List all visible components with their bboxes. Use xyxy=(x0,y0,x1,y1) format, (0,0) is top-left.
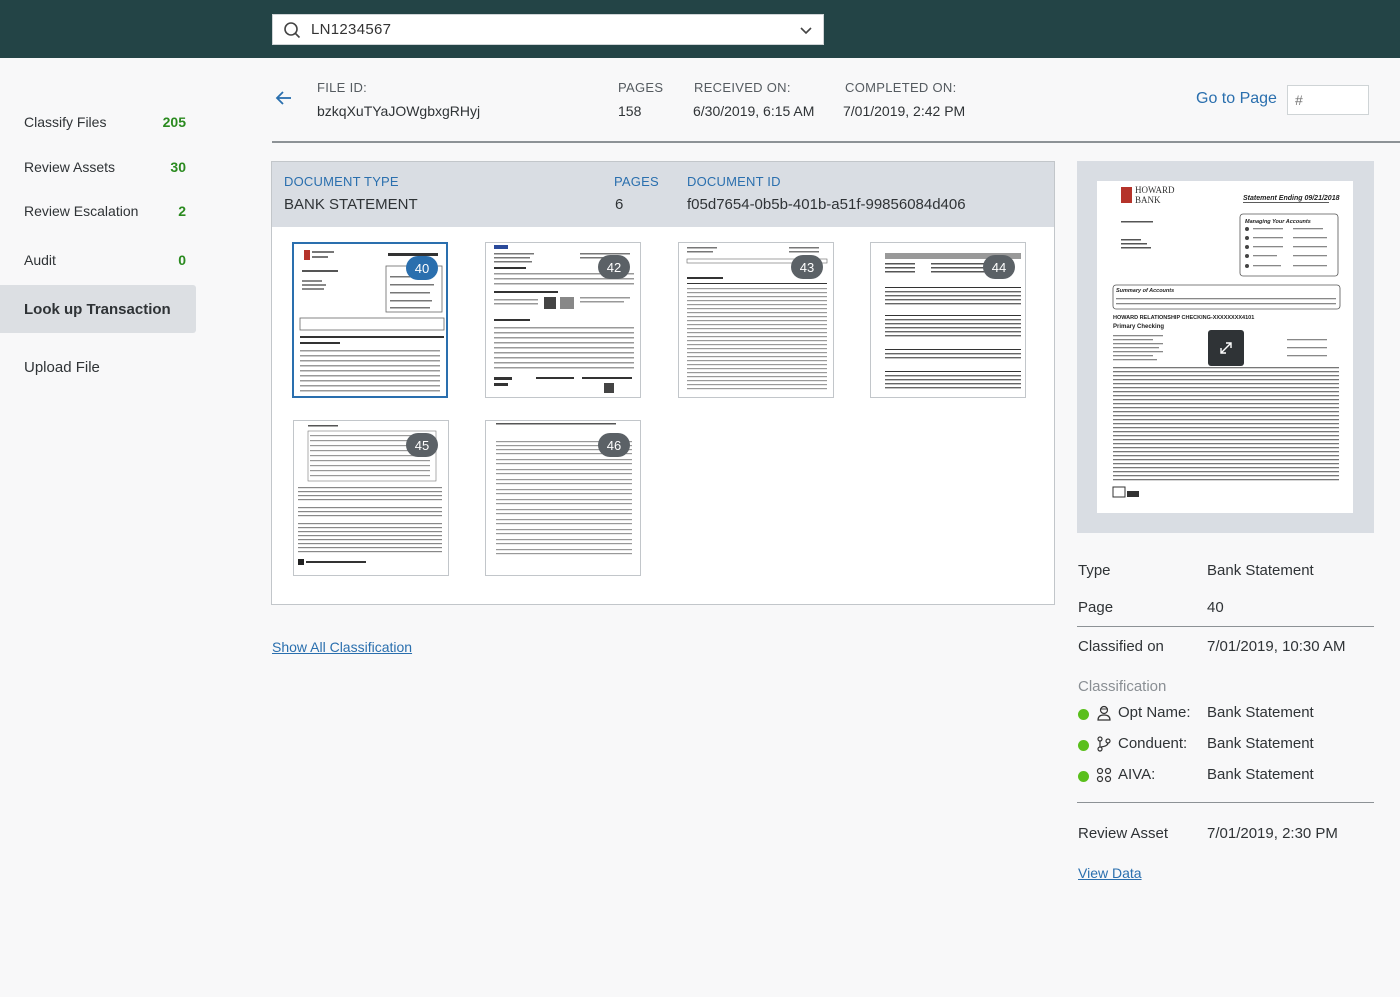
page-number-badge: 43 xyxy=(791,255,823,279)
received-label: RECEIVED ON: xyxy=(694,80,791,95)
page-thumbnail[interactable]: 43 xyxy=(678,242,834,398)
classifier-value: Bank Statement xyxy=(1207,704,1314,721)
page-label: Page xyxy=(1078,599,1114,616)
count-badge: 0 xyxy=(178,252,186,268)
classification-title: Classification xyxy=(1078,678,1167,695)
sidebar: Classify Files 205 Review Assets 30 Revi… xyxy=(0,58,200,997)
document-pages-value: 6 xyxy=(615,196,624,213)
divider xyxy=(1077,626,1374,627)
page-number-badge: 45 xyxy=(406,433,438,457)
page-thumbnail[interactable]: 44 xyxy=(870,242,1026,398)
divider xyxy=(1077,802,1374,803)
search-icon xyxy=(284,21,301,38)
classified-on-value: 7/01/2019, 10:30 AM xyxy=(1207,638,1346,655)
pages-label: PAGES xyxy=(618,80,664,95)
page-thumbnail[interactable]: 40 xyxy=(292,242,448,398)
branch-icon xyxy=(1097,736,1111,752)
sidebar-item-label: Upload File xyxy=(24,358,100,376)
sidebar-item-review-assets[interactable]: Review Assets 30 xyxy=(0,147,196,187)
classified-on-label: Classified on xyxy=(1078,638,1164,655)
sidebar-item-look-up-transaction[interactable]: Look up Transaction xyxy=(0,285,196,333)
document-id-label: DOCUMENT ID xyxy=(687,174,781,189)
status-dot xyxy=(1078,771,1089,782)
count-badge: 205 xyxy=(162,114,186,130)
sidebar-item-label: Look up Transaction xyxy=(24,300,171,318)
document-header: DOCUMENT TYPE BANK STATEMENT PAGES 6 DOC… xyxy=(272,162,1054,227)
bank-name-line-2: BANK xyxy=(1135,195,1161,205)
checking-account-title: HOWARD RELATIONSHIP CHECKING-XXXXXXXX410… xyxy=(1113,315,1254,321)
type-value: Bank Statement xyxy=(1207,562,1314,579)
classifier-label: Opt Name: xyxy=(1118,704,1191,721)
expand-icon xyxy=(1220,342,1232,354)
document-id-value: f05d7654-0b5b-401b-a51f-99856084d406 xyxy=(687,196,966,213)
sidebar-item-label: Review Escalation xyxy=(24,203,139,219)
page-number-badge: 46 xyxy=(598,433,630,457)
sidebar-item-label: Review Assets xyxy=(24,159,116,175)
file-id-label: FILE ID: xyxy=(317,80,368,95)
count-badge: 30 xyxy=(170,159,186,175)
document-panel: DOCUMENT TYPE BANK STATEMENT PAGES 6 DOC… xyxy=(271,161,1055,605)
network-icon xyxy=(1096,767,1112,783)
bank-name-line-1: HOWARD xyxy=(1135,185,1175,195)
sidebar-item-classify-files[interactable]: Classify Files 205 xyxy=(0,102,196,142)
document-pages-label: PAGES xyxy=(614,174,659,189)
file-id-value: bzkqXuTYaJOWgbxgRHyj xyxy=(317,103,481,119)
divider xyxy=(272,141,1400,143)
sidebar-item-label: Classify Files xyxy=(24,114,107,130)
page-number-badge: 42 xyxy=(598,255,630,279)
classifier-label: Conduent: xyxy=(1118,735,1188,752)
sidebar-item-audit[interactable]: Audit 0 xyxy=(0,240,196,280)
review-asset-value: 7/01/2019, 2:30 PM xyxy=(1207,825,1338,842)
page-value: 40 xyxy=(1207,599,1224,616)
search-field[interactable]: LN1234567 xyxy=(272,14,824,45)
document-type-label: DOCUMENT TYPE xyxy=(284,174,399,189)
expand-preview-button[interactable] xyxy=(1208,330,1244,366)
page-thumbnail[interactable]: 46 xyxy=(485,420,641,576)
page-thumbnail[interactable]: 42 xyxy=(485,242,641,398)
person-icon xyxy=(1097,705,1111,721)
status-dot xyxy=(1078,709,1089,720)
classifier-value: Bank Statement xyxy=(1207,766,1314,783)
back-arrow-icon[interactable] xyxy=(274,88,294,108)
completed-value: 7/01/2019, 2:42 PM xyxy=(843,103,966,119)
count-badge: 2 xyxy=(178,203,186,219)
view-data-link[interactable]: View Data xyxy=(1078,865,1142,881)
managing-accounts-title: Managing Your Accounts xyxy=(1245,219,1311,225)
summary-of-accounts-title: Summary of Accounts xyxy=(1116,288,1174,294)
sidebar-item-label: Audit xyxy=(24,252,56,268)
primary-checking-title: Primary Checking xyxy=(1113,324,1164,330)
review-asset-label: Review Asset xyxy=(1078,825,1169,842)
chevron-down-icon[interactable] xyxy=(799,23,813,37)
sidebar-item-upload-file[interactable]: Upload File xyxy=(0,347,196,387)
page-number-input[interactable] xyxy=(1287,85,1369,115)
classifier-value: Bank Statement xyxy=(1207,735,1314,752)
type-label: Type xyxy=(1078,562,1111,579)
pages-value: 158 xyxy=(618,103,642,119)
page-thumbnail[interactable]: 45 xyxy=(293,420,449,576)
classifier-label: AIVA: xyxy=(1118,766,1156,783)
sidebar-item-review-escalation[interactable]: Review Escalation 2 xyxy=(0,191,196,231)
go-to-page-label: Go to Page xyxy=(1196,90,1277,107)
show-all-classification-link[interactable]: Show All Classification xyxy=(272,639,412,655)
page-number-badge: 40 xyxy=(406,256,438,280)
received-value: 6/30/2019, 6:15 AM xyxy=(693,103,815,119)
completed-label: COMPLETED ON: xyxy=(845,80,957,95)
status-dot xyxy=(1078,740,1089,751)
statement-ending: Statement Ending 09/21/2018 xyxy=(1243,195,1340,202)
page-number-badge: 44 xyxy=(983,255,1015,279)
document-type-value: BANK STATEMENT xyxy=(284,196,418,213)
search-input[interactable]: LN1234567 xyxy=(311,21,799,38)
